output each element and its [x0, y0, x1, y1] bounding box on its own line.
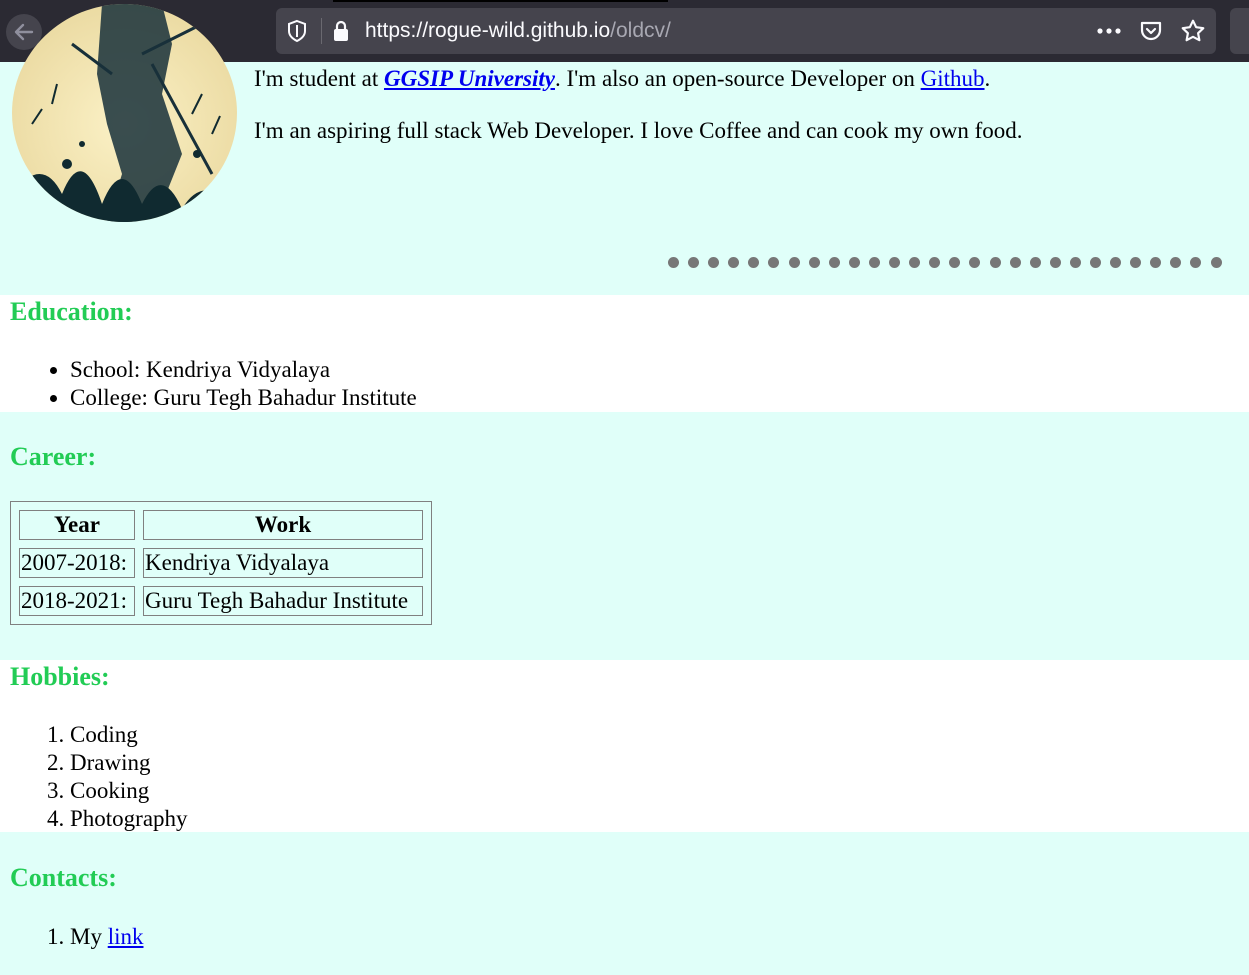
- contact-prefix: My: [70, 924, 108, 949]
- career-heading: Career:: [10, 442, 97, 471]
- url-host: https://rogue-wild.github.io: [365, 19, 611, 42]
- education-section: Education: School: Kendriya Vidyalaya Co…: [0, 295, 1249, 412]
- divider-dot: [1089, 257, 1101, 268]
- university-link[interactable]: GGSIP University: [384, 66, 555, 91]
- divider-dot: [989, 257, 1001, 268]
- list-item: Drawing: [70, 749, 188, 777]
- divider-dot: [1069, 257, 1081, 268]
- intro-section: I'm student at GGSIP University. I'm als…: [0, 4, 1249, 295]
- divider-dot: [688, 257, 700, 268]
- dot-divider: [668, 257, 1222, 268]
- divider-dot: [969, 257, 981, 268]
- divider-dot: [788, 257, 800, 268]
- lock-icon[interactable]: [332, 20, 350, 42]
- divider-dot: [708, 257, 720, 268]
- divider-dot: [748, 257, 760, 268]
- tracking-protection-shield-icon[interactable]: [286, 19, 308, 43]
- contacts-list: My link: [0, 923, 143, 951]
- list-item: Photography: [70, 805, 188, 833]
- education-heading: Education:: [10, 297, 133, 326]
- url-separator: [321, 18, 322, 44]
- career-table: Year Work 2007-2018: Kendriya Vidyalaya …: [10, 501, 432, 625]
- table-cell-year: 2018-2021:: [19, 586, 135, 616]
- intro-line-2: I'm an aspiring full stack Web Developer…: [254, 118, 1023, 143]
- hobbies-list: Coding Drawing Cooking Photography: [0, 721, 188, 833]
- url-bar[interactable]: https://rogue-wild.github.io/oldcv/: [276, 8, 1216, 54]
- list-item: College: Guru Tegh Bahadur Institute: [70, 384, 417, 412]
- career-section: Career: Year Work 2007-2018: Kendriya Vi…: [0, 412, 1249, 660]
- divider-dot: [1049, 257, 1061, 268]
- list-item: Cooking: [70, 777, 188, 805]
- divider-dot: [848, 257, 860, 268]
- intro-prefix: I'm student at: [254, 66, 384, 91]
- divider-dot: [1110, 257, 1122, 268]
- divider-dot: [949, 257, 961, 268]
- divider-dot: [1190, 257, 1202, 268]
- more-icon[interactable]: [1096, 20, 1122, 42]
- divider-dot: [1170, 257, 1182, 268]
- divider-dot: [1210, 257, 1222, 268]
- divider-dot: [1130, 257, 1142, 268]
- list-item: My link: [70, 923, 143, 951]
- list-item: School: Kendriya Vidyalaya: [70, 356, 417, 384]
- divider-dot: [1029, 257, 1041, 268]
- url-path: /oldcv/: [610, 19, 671, 42]
- divider-dot: [889, 257, 901, 268]
- divider-dot: [1009, 257, 1021, 268]
- contacts-heading: Contacts:: [10, 863, 117, 892]
- intro-suffix: .: [984, 66, 991, 91]
- divider-dot: [868, 257, 880, 268]
- github-link[interactable]: Github: [921, 66, 985, 91]
- education-list: School: Kendriya Vidyalaya College: Guru…: [0, 356, 417, 412]
- divider-dot: [808, 257, 820, 268]
- table-cell-year: 2007-2018:: [19, 548, 135, 578]
- intro-line-1: I'm student at GGSIP University. I'm als…: [254, 66, 990, 92]
- profile-picture: [12, 4, 237, 222]
- divider-dot: [768, 257, 780, 268]
- star-icon[interactable]: [1180, 18, 1206, 44]
- contact-link[interactable]: link: [108, 924, 144, 949]
- list-item: Coding: [70, 721, 188, 749]
- back-icon: [14, 23, 34, 41]
- active-tab-indicator: [333, 0, 668, 2]
- table-header-row: Year Work: [19, 510, 423, 540]
- intro-middle: . I'm also an open-source Developer on: [555, 66, 921, 91]
- hobbies-heading: Hobbies:: [10, 662, 110, 691]
- divider-dot: [668, 257, 679, 268]
- table-row: 2018-2021: Guru Tegh Bahadur Institute: [19, 586, 423, 616]
- divider-dot: [728, 257, 740, 268]
- table-row: 2007-2018: Kendriya Vidyalaya: [19, 548, 423, 578]
- table-cell-work: Guru Tegh Bahadur Institute: [143, 586, 423, 616]
- contacts-section: Contacts: My link: [0, 832, 1249, 975]
- pocket-icon[interactable]: [1139, 19, 1163, 43]
- url-text[interactable]: https://rogue-wild.github.io/oldcv/: [365, 19, 671, 43]
- search-bar-edge[interactable]: [1230, 8, 1249, 54]
- divider-dot: [929, 257, 941, 268]
- column-header-year: Year: [19, 510, 135, 540]
- divider-dot: [909, 257, 921, 268]
- table-cell-work: Kendriya Vidyalaya: [143, 548, 423, 578]
- divider-dot: [828, 257, 840, 268]
- column-header-work: Work: [143, 510, 423, 540]
- hobbies-section: Hobbies: Coding Drawing Cooking Photogra…: [0, 660, 1249, 832]
- divider-dot: [1150, 257, 1162, 268]
